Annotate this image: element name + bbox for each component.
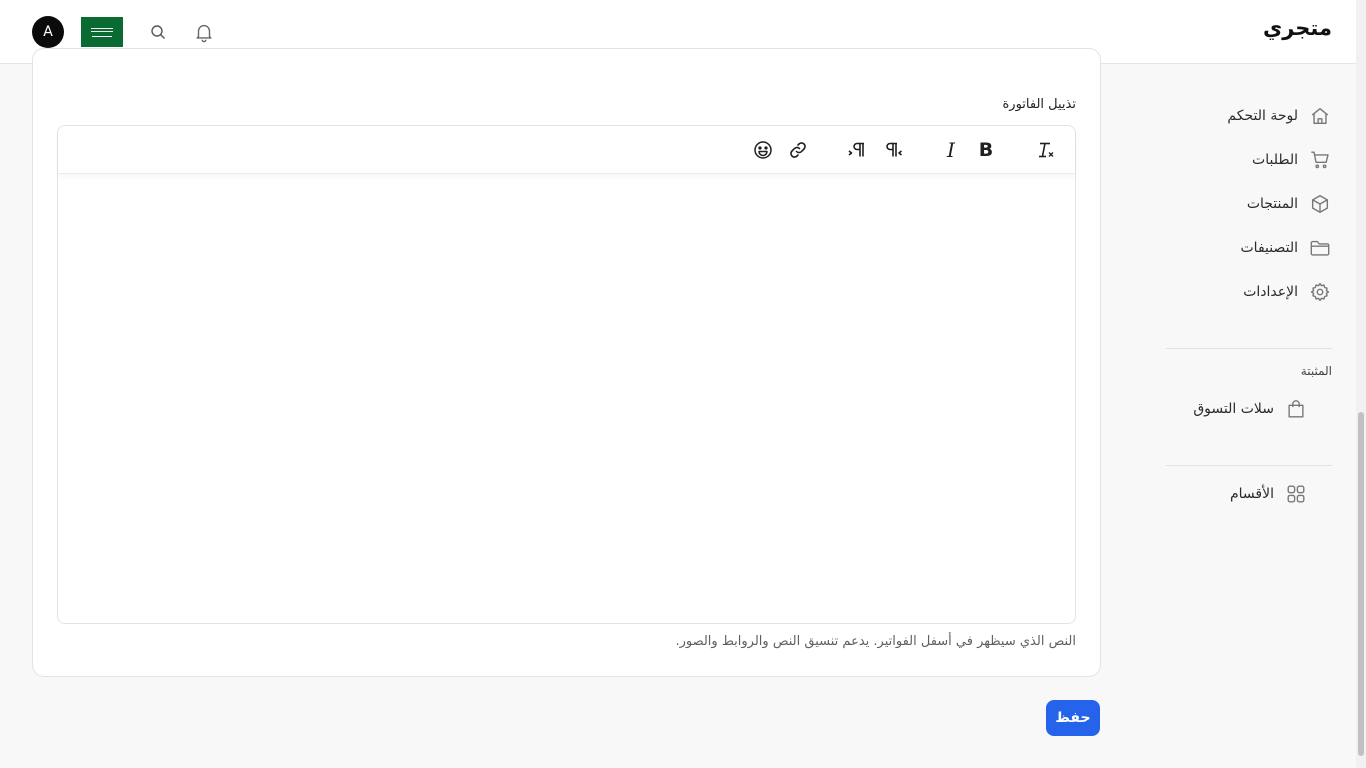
sidebar-divider: [1166, 465, 1332, 466]
sidebar-item-label: الطلبات: [1252, 152, 1298, 168]
sidebar-item-dashboard[interactable]: لوحة التحكم: [1227, 98, 1332, 134]
emoji-icon[interactable]: [751, 138, 775, 162]
sidebar-item-products[interactable]: المنتجات: [1247, 186, 1332, 222]
link-icon[interactable]: [786, 138, 810, 162]
sidebar-item-orders[interactable]: الطلبات: [1252, 142, 1332, 178]
saudi-flag-icon[interactable]: [81, 17, 123, 47]
save-button[interactable]: حفظ: [1046, 700, 1100, 736]
sidebar-item-sections[interactable]: الأقسام: [1230, 476, 1308, 512]
sidebar-item-categories[interactable]: التصنيفات: [1241, 230, 1333, 266]
user-avatar[interactable]: A: [32, 16, 64, 48]
sidebar-item-settings[interactable]: الإعدادات: [1243, 274, 1332, 310]
home-icon: [1308, 104, 1332, 128]
bell-icon[interactable]: [192, 20, 216, 44]
grid-icon: [1284, 482, 1308, 506]
folder-icon: [1308, 236, 1332, 260]
sidebar-item-label: الأقسام: [1230, 486, 1274, 502]
page-scrollbar-thumb[interactable]: [1358, 412, 1364, 756]
helper-text: النص الذي سيظهر في أسفل الفواتير. يدعم ت…: [675, 634, 1076, 649]
avatar-initial: A: [43, 24, 53, 40]
pinned-section-label: المثبتة: [1300, 364, 1332, 378]
invoice-footer-label: تذييل الفاتورة: [1002, 97, 1077, 112]
cart-icon: [1308, 148, 1332, 172]
clear-format-icon[interactable]: [1034, 138, 1058, 162]
brand-title: متجري: [1262, 16, 1332, 40]
sidebar: لوحة التحكم الطلبات المنتجات التصنيفات ا…: [1166, 64, 1356, 768]
gear-icon: [1308, 280, 1332, 304]
box-icon: [1308, 192, 1332, 216]
sidebar-item-label: سلات التسوق: [1193, 401, 1274, 417]
sidebar-divider: [1166, 348, 1332, 349]
search-icon[interactable]: [146, 20, 170, 44]
ltr-paragraph-icon[interactable]: [844, 138, 868, 162]
invoice-footer-card: تذييل الفاتورة B I النص الذي سيظهر في أس…: [32, 48, 1101, 677]
italic-icon[interactable]: I: [939, 138, 963, 162]
sidebar-item-label: التصنيفات: [1240, 240, 1299, 256]
editor-content-area[interactable]: [62, 176, 1071, 620]
bold-icon[interactable]: B: [974, 138, 998, 162]
rich-text-editor: B I: [57, 125, 1076, 624]
sidebar-item-label: المنتجات: [1246, 196, 1298, 212]
shopping-bag-icon: [1284, 397, 1308, 421]
sidebar-item-label: لوحة التحكم: [1227, 108, 1298, 124]
editor-toolbar: B I: [58, 126, 1075, 174]
sidebar-item-shopping-carts[interactable]: سلات التسوق: [1193, 391, 1308, 427]
rtl-paragraph-icon[interactable]: [881, 138, 905, 162]
sidebar-item-label: الإعدادات: [1243, 284, 1298, 300]
